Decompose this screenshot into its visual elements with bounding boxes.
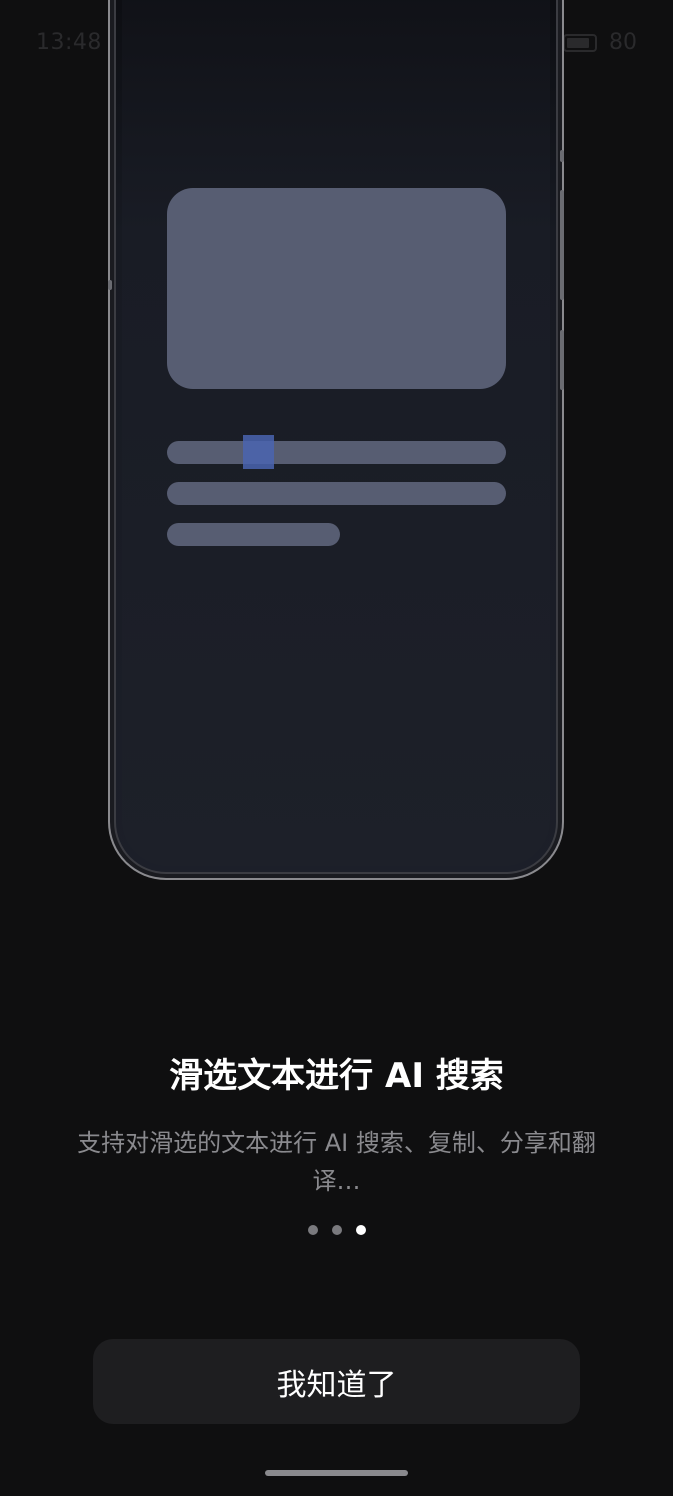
text-selection-highlight <box>243 435 274 469</box>
illustration-text-line <box>167 482 506 505</box>
phone-illustration <box>108 0 564 880</box>
illustration-image-placeholder <box>167 188 506 389</box>
status-time: 13:48 <box>36 30 102 55</box>
phone-volume-button <box>560 190 564 300</box>
phone-illustration-screen <box>122 0 550 866</box>
page-dot <box>307 1225 318 1235</box>
onboarding-title: 滑选文本进行 AI 搜索 <box>169 1056 504 1096</box>
battery-icon <box>563 33 597 52</box>
page-dot <box>331 1225 342 1235</box>
phone-side-button <box>108 280 112 290</box>
got-it-button[interactable]: 我知道了 <box>93 1339 580 1424</box>
illustration-text-line <box>167 441 506 464</box>
onboarding-description: 支持对滑选的文本进行 AI 搜索、复制、分享和翻译… <box>77 1129 596 1195</box>
onboarding-screen: 13:48 80 滑选文本进行 AI 搜索 支持对滑选的文本进行 AI 搜索、复… <box>0 0 673 1496</box>
phone-power-button <box>560 330 564 390</box>
page-dot-active <box>355 1225 366 1235</box>
phone-side-button <box>560 150 564 162</box>
battery-level: 80 <box>609 30 637 55</box>
page-indicator <box>0 1225 673 1235</box>
home-indicator[interactable] <box>265 1470 408 1476</box>
illustration-text-line <box>167 523 340 546</box>
